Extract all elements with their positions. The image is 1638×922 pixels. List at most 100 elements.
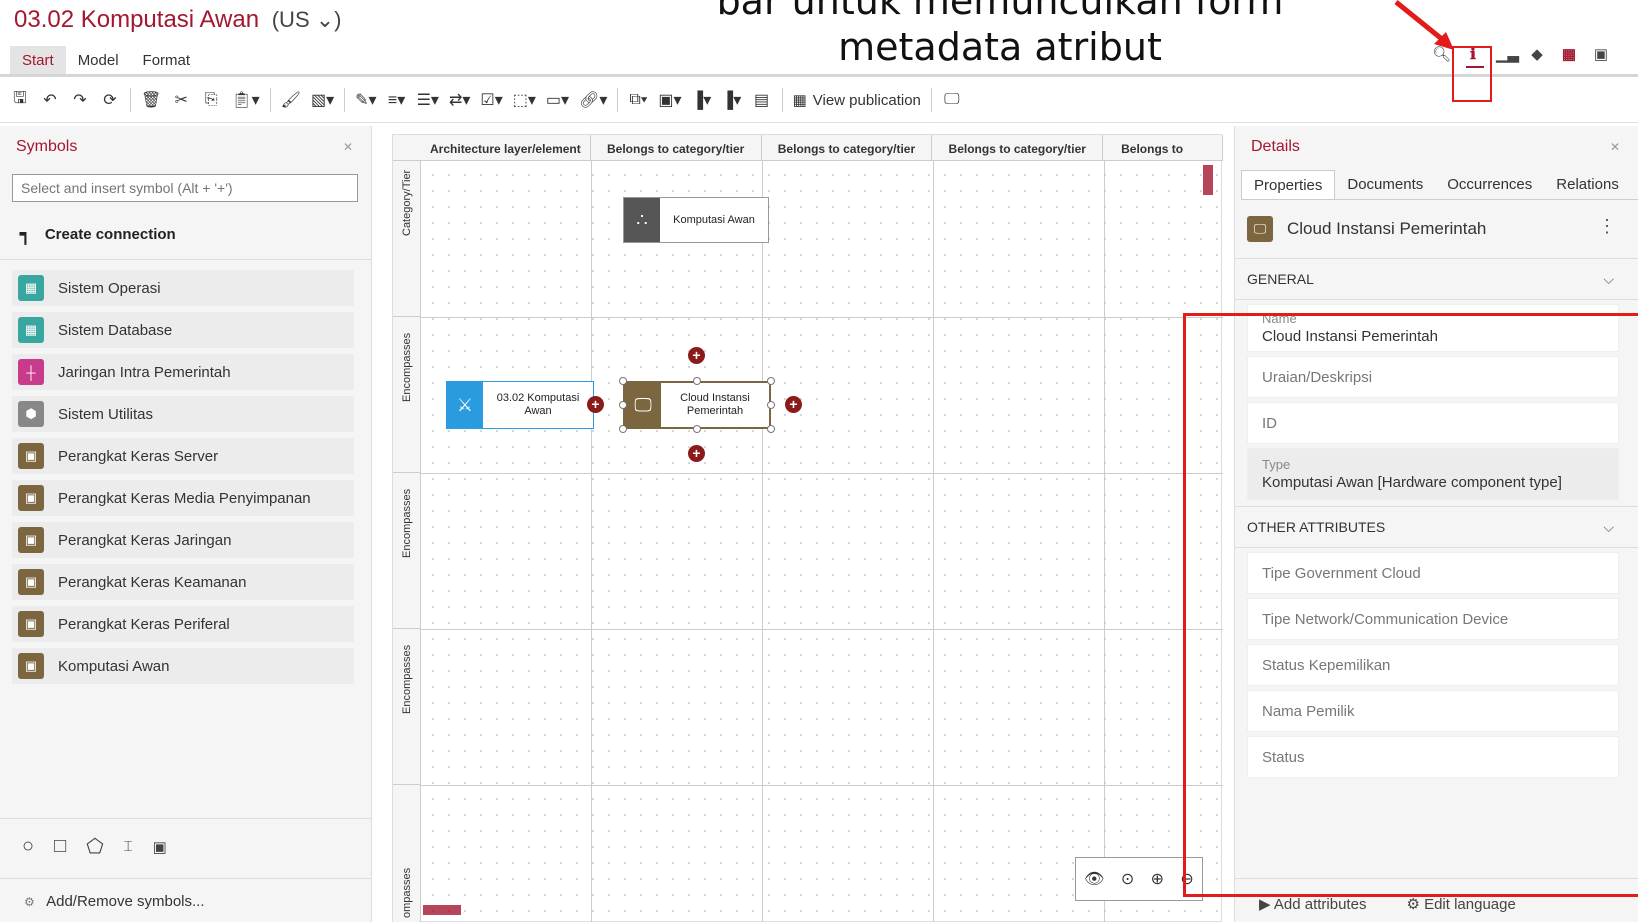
add-connection-icon[interactable]: + bbox=[785, 396, 802, 413]
eye-icon[interactable]: 👁︎ bbox=[1084, 869, 1104, 889]
shape-icon[interactable]: ▭▾ bbox=[546, 90, 569, 110]
resize-handle[interactable] bbox=[619, 425, 627, 433]
properties-icon[interactable]: ▦ bbox=[1560, 46, 1578, 64]
vertical-scrollbar[interactable] bbox=[1203, 165, 1213, 195]
row-header: ompasses bbox=[393, 785, 421, 922]
symbol-search-input[interactable] bbox=[12, 174, 358, 202]
line-color-icon[interactable]: ✎▾ bbox=[355, 90, 376, 110]
symbol-item-label: Perangkat Keras Periferal bbox=[58, 615, 230, 633]
add-attributes-label: Add attributes bbox=[1273, 896, 1367, 913]
close-icon[interactable]: ✕ bbox=[1610, 140, 1620, 154]
delete-icon[interactable]: 🗑︎ bbox=[141, 90, 161, 110]
komputasi-awan-node[interactable]: ∴ Komputasi Awan bbox=[623, 197, 769, 243]
add-connection-icon[interactable]: + bbox=[688, 445, 705, 462]
tab-start[interactable]: Start bbox=[10, 46, 66, 74]
line-weight-icon[interactable]: ☰▾ bbox=[417, 90, 439, 110]
size-icon[interactable]: ▤ bbox=[752, 90, 772, 110]
rectangle-shape-icon[interactable]: □ bbox=[54, 835, 66, 858]
refresh-icon[interactable]: ⟳ bbox=[100, 90, 120, 110]
image-shape-icon[interactable]: ▣ bbox=[153, 838, 167, 856]
tab-relations[interactable]: Relations bbox=[1544, 170, 1631, 199]
resize-handle[interactable] bbox=[693, 425, 701, 433]
row-divider bbox=[421, 629, 1223, 630]
link-icon[interactable]: 🔗︎▾ bbox=[579, 90, 607, 110]
select-icon[interactable]: ⬚▾ bbox=[513, 90, 536, 110]
symbol-item[interactable]: ┼ Jaringan Intra Pemerintah bbox=[12, 354, 354, 390]
add-remove-symbols-button[interactable]: ⚙ Add/Remove symbols... bbox=[0, 878, 372, 922]
zoom-fit-icon[interactable]: ⊙ bbox=[1121, 869, 1134, 889]
distribute-icon[interactable]: ▐▾ bbox=[722, 90, 742, 110]
symbol-item[interactable]: ⬢ Sistem Utilitas bbox=[12, 396, 354, 432]
monitor-icon: ▣ bbox=[18, 443, 44, 469]
view-publication-button[interactable]: ▦ View publication bbox=[793, 91, 921, 110]
paste-icon[interactable]: 📋︎▾ bbox=[231, 90, 259, 110]
monitor-icon: 🖵︎ bbox=[1247, 216, 1273, 242]
symbol-item[interactable]: ▣ Perangkat Keras Keamanan bbox=[12, 564, 354, 600]
copy-icon[interactable]: ⎘ bbox=[201, 91, 221, 109]
circle-shape-icon[interactable]: ○ bbox=[22, 835, 34, 858]
database-icon: ▦ bbox=[18, 317, 44, 343]
undo-icon[interactable]: ↶ bbox=[40, 90, 60, 110]
cut-icon[interactable]: ✂ bbox=[171, 90, 191, 110]
symbol-item[interactable]: ▣ Komputasi Awan bbox=[12, 648, 354, 684]
zoom-in-icon[interactable]: ⊕ bbox=[1151, 869, 1164, 889]
arrow-style-icon[interactable]: ⇄▾ bbox=[449, 90, 470, 110]
cloud-instansi-node[interactable]: 🖵︎ Cloud Instansi Pemerintah bbox=[623, 381, 771, 429]
document-title-text: 03.02 Komputasi Awan bbox=[14, 6, 260, 33]
horizontal-scrollbar[interactable] bbox=[423, 905, 461, 915]
symbol-item[interactable]: ▦ Sistem Operasi bbox=[12, 270, 354, 306]
toolbar-separator bbox=[781, 88, 783, 112]
add-connection-icon[interactable]: + bbox=[688, 347, 705, 364]
resize-handle[interactable] bbox=[767, 377, 775, 385]
pentagon-shape-icon[interactable]: ⬠ bbox=[86, 834, 103, 859]
resize-handle[interactable] bbox=[693, 377, 701, 385]
resize-handle[interactable] bbox=[619, 377, 627, 385]
symbol-item-label: Komputasi Awan bbox=[58, 657, 170, 675]
gear-icon: ⚙ bbox=[24, 895, 35, 909]
resize-handle[interactable] bbox=[619, 401, 627, 409]
present-icon[interactable]: 🖵︎ bbox=[942, 91, 962, 109]
model-canvas[interactable]: Architecture layer/element Belongs to ca… bbox=[392, 134, 1223, 922]
arrange-icon[interactable]: ⧉▾ bbox=[628, 91, 648, 109]
text-shape-icon[interactable]: ⌶ bbox=[124, 838, 133, 855]
symbol-item[interactable]: ▣ Perangkat Keras Jaringan bbox=[12, 522, 354, 558]
fill-color-icon[interactable]: ▧▾ bbox=[311, 90, 334, 110]
redo-icon[interactable]: ↷ bbox=[70, 90, 90, 110]
shield-icon[interactable]: ◆ bbox=[1528, 46, 1546, 64]
symbol-item[interactable]: ▦ Sistem Database bbox=[12, 312, 354, 348]
tab-documents[interactable]: Documents bbox=[1335, 170, 1435, 199]
language-selector[interactable]: (US ⌄) bbox=[272, 7, 342, 32]
column-divider bbox=[591, 161, 592, 922]
create-connection-label: Create connection bbox=[44, 226, 176, 243]
row-header-label: Encompasses bbox=[401, 488, 413, 558]
create-connection-button[interactable]: ┑ Create connection bbox=[0, 210, 371, 260]
comments-icon[interactable]: ▣ bbox=[1592, 46, 1610, 64]
format-painter-icon[interactable]: 🖌︎ bbox=[281, 90, 301, 110]
more-options-icon[interactable]: ⋮ bbox=[1598, 216, 1616, 237]
add-connection-icon[interactable]: + bbox=[587, 396, 604, 413]
tab-occurrences[interactable]: Occurrences bbox=[1435, 170, 1544, 199]
save-icon[interactable]: 🖫︎ bbox=[10, 87, 30, 114]
resize-handle[interactable] bbox=[767, 401, 775, 409]
group-icon[interactable]: ▣▾ bbox=[658, 90, 681, 110]
tab-properties[interactable]: Properties bbox=[1241, 170, 1336, 199]
symbol-item[interactable]: ▣ Perangkat Keras Media Penyimpanan bbox=[12, 480, 354, 516]
symbol-item-label: Perangkat Keras Keamanan bbox=[58, 573, 247, 591]
column-header: Belongs to category/tier bbox=[762, 135, 933, 160]
close-icon[interactable]: ✕ bbox=[343, 140, 353, 154]
details-title: Details bbox=[1251, 138, 1300, 155]
edit-icon[interactable]: ☑▾ bbox=[480, 90, 502, 110]
symbol-item[interactable]: ▣ Perangkat Keras Periferal bbox=[12, 606, 354, 642]
tab-model[interactable]: Model bbox=[66, 46, 131, 74]
row-header-label: Encompasses bbox=[401, 644, 413, 714]
column-headers: Architecture layer/element Belongs to ca… bbox=[393, 135, 1223, 161]
resize-handle[interactable] bbox=[767, 425, 775, 433]
symbol-item[interactable]: ▣ Perangkat Keras Server bbox=[12, 438, 354, 474]
general-section-header[interactable]: GENERAL ⌵ bbox=[1235, 258, 1638, 300]
align-icon[interactable]: ▐▾ bbox=[692, 90, 712, 110]
utility-icon: ⬢ bbox=[18, 401, 44, 427]
tab-format[interactable]: Format bbox=[131, 46, 203, 74]
architecture-element-node[interactable]: ⚔ 03.02 Komputasi Awan bbox=[446, 381, 594, 429]
row-header-label: Category/Tier bbox=[401, 169, 413, 236]
chart-icon[interactable]: ▁▃ bbox=[1496, 46, 1519, 64]
